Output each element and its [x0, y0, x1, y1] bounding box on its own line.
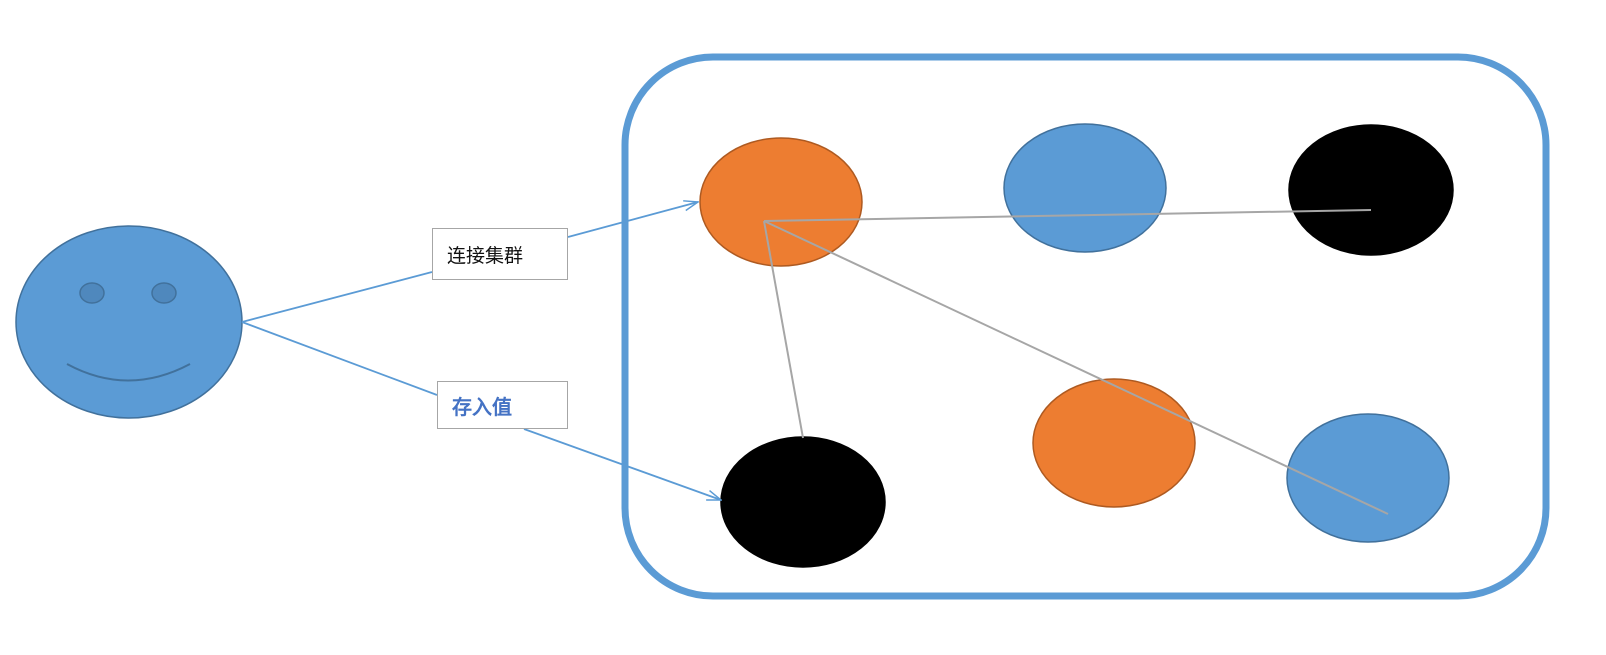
node-orange-2	[1032, 378, 1196, 508]
connect-cluster-label: 连接集群	[432, 228, 568, 280]
cluster-diagram	[15, 53, 1550, 600]
node-blue-1	[1003, 123, 1167, 253]
smiley-right-eye	[151, 282, 177, 304]
smiley-face	[15, 225, 243, 419]
node-orange-1	[699, 137, 863, 267]
client-smiley-icon	[15, 225, 243, 419]
node-black-1	[1288, 124, 1454, 256]
node-black-2	[720, 436, 886, 568]
connect-arrow	[567, 202, 698, 238]
connect-arrow-segment	[241, 271, 433, 323]
store-value-label: 存入值	[437, 381, 568, 429]
store-arrow-segment	[241, 321, 438, 396]
smiley-left-eye	[79, 282, 105, 304]
